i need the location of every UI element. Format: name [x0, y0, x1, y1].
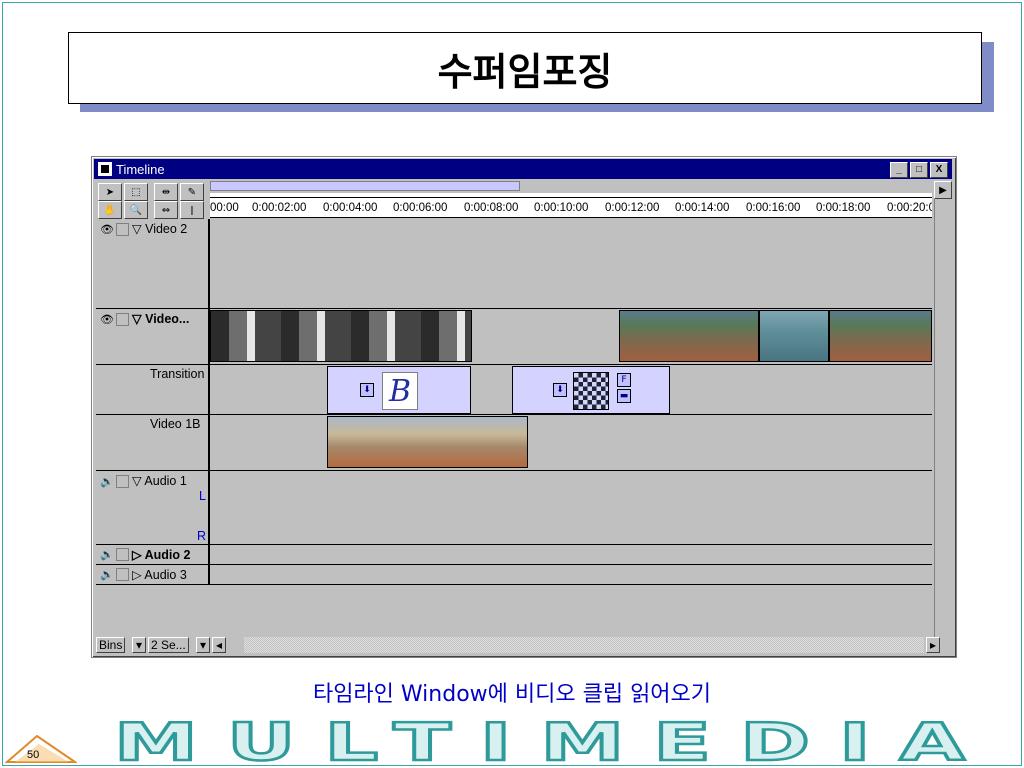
track-audio3[interactable]: [210, 565, 932, 585]
hand-icon[interactable]: ✋: [98, 201, 122, 219]
transition-checker-icon: [573, 372, 609, 410]
header-separator: [208, 219, 210, 585]
track-audio1[interactable]: [210, 471, 932, 545]
track-header-video1b: Video 1B: [96, 415, 210, 471]
vertical-scrollbar[interactable]: [934, 199, 953, 637]
bins-dropdown-icon[interactable]: ▾: [132, 637, 146, 653]
direction-down-icon[interactable]: ⬇: [553, 383, 567, 397]
track-video1a[interactable]: [210, 309, 932, 365]
scroll-right-arrow-icon[interactable]: ▶: [934, 181, 952, 199]
scroll-left-arrow-icon[interactable]: ◂: [212, 637, 226, 653]
window-titlebar[interactable]: Timeline _ □ X: [94, 159, 952, 179]
razor-icon[interactable]: ✎: [180, 183, 204, 201]
ruler-tick: 0:00:04:00: [323, 202, 378, 214]
speaker-icon[interactable]: 🔊: [100, 475, 114, 488]
track-select-icon[interactable]: ⇹: [154, 183, 178, 201]
page-badge: [5, 734, 77, 763]
track-video1b[interactable]: [210, 415, 932, 471]
tool-palette: ➤ ⬚ ⇹ ✎ ✋ 🔍 ⇔ ǀ: [96, 181, 208, 219]
marquee-select-icon[interactable]: ⬚: [124, 183, 148, 201]
close-button[interactable]: X: [930, 162, 948, 178]
eye-icon[interactable]: 👁: [100, 313, 114, 326]
minimize-button[interactable]: _: [890, 162, 908, 178]
track-header-video2[interactable]: 👁 ▽ Video 2: [96, 219, 210, 309]
ruler-tick: 00:00: [210, 202, 239, 214]
lock-checkbox[interactable]: [116, 223, 129, 236]
track-header-audio3[interactable]: 🔊 ▷ Audio 3: [96, 565, 210, 585]
bottom-bar: Bins ▾ 2 Se... ▾ ◂ ▸: [96, 637, 952, 653]
ruler-tick: 0:00:16:00: [746, 202, 801, 214]
track-audio2[interactable]: [210, 545, 932, 565]
work-area-thumb[interactable]: [210, 181, 520, 191]
timeline-app-icon: [98, 162, 112, 176]
scroll-right-small-arrow-icon[interactable]: ▸: [926, 637, 940, 653]
forward-icon[interactable]: F: [617, 373, 631, 387]
ruler-tick: 0:00:10:00: [534, 202, 589, 214]
window-title: Timeline: [116, 161, 165, 177]
track-label-transition: Transition: [150, 367, 205, 381]
timeline-window: Timeline _ □ X ➤ ⬚ ⇹ ✎ ✋ 🔍 ⇔ ǀ ▶ 00:00 0…: [91, 156, 957, 658]
track-header-audio2[interactable]: 🔊 ▷ Audio 2: [96, 545, 210, 565]
track-header-audio1[interactable]: 🔊 ▽ Audio 1 L R: [96, 471, 210, 545]
track-label-video2: ▽ Video 2: [132, 222, 188, 236]
ruler-tick: 0:00:02:00: [252, 202, 307, 214]
transition-b-icon: B: [382, 372, 418, 410]
channel-left-label: L: [199, 489, 206, 503]
work-area-bar[interactable]: [210, 181, 934, 191]
video-clip-race-b[interactable]: [759, 310, 829, 362]
eye-icon[interactable]: 👁: [100, 223, 114, 236]
bins-button[interactable]: Bins: [96, 637, 126, 653]
speaker-icon[interactable]: 🔊: [100, 548, 114, 561]
ruler-tick: 0:00:12:00: [605, 202, 660, 214]
ruler-tick: 0:00:14:00: [675, 202, 730, 214]
maximize-button[interactable]: □: [910, 162, 928, 178]
ruler-line: [210, 197, 932, 198]
slide-title: 수퍼임포징: [68, 32, 982, 104]
lock-checkbox[interactable]: [116, 475, 129, 488]
ruler-tick: 0:00:20:0: [887, 202, 932, 214]
video-clip-bw[interactable]: [210, 310, 472, 362]
reverse-icon[interactable]: ▬: [617, 389, 631, 403]
track-label-video1b: Video 1B: [150, 417, 201, 431]
segments-dropdown-icon[interactable]: ▾: [196, 637, 210, 653]
time-ruler[interactable]: 00:00 0:00:02:00 0:00:04:00 0:00:06:00 0…: [210, 193, 932, 218]
brand-text: MULTIMEDIA: [114, 718, 994, 764]
channel-right-label: R: [196, 529, 206, 543]
zoom-icon[interactable]: 🔍: [124, 201, 148, 219]
track-header-video1a[interactable]: 👁 ▽ Video...: [96, 309, 210, 365]
lock-checkbox[interactable]: [116, 313, 129, 326]
direction-down-icon[interactable]: ⬇: [360, 383, 374, 397]
page-number: 50: [27, 749, 40, 761]
track-label-video1: ▽ Video...: [132, 312, 190, 326]
transition-clip-1[interactable]: ⬇ B: [327, 366, 471, 414]
track-header-transition: Transition: [96, 365, 210, 415]
video-clip-race-c[interactable]: [829, 310, 932, 362]
select-arrow-icon[interactable]: ➤: [98, 183, 122, 201]
lock-checkbox[interactable]: [116, 548, 129, 561]
ruler-tick: 0:00:18:00: [816, 202, 871, 214]
video-clip-sand[interactable]: [327, 416, 528, 468]
slide-caption: 타임라인 Window에 비디오 클립 읽어오기: [312, 682, 712, 707]
transition-clip-2[interactable]: ⬇ F ▬: [512, 366, 670, 414]
track-label-audio2: ▷ Audio 2: [132, 548, 191, 562]
track-label-audio3: ▷ Audio 3: [132, 568, 187, 582]
edge-trim-icon[interactable]: ⇔: [154, 201, 178, 219]
track-label-audio1: ▽ Audio 1: [132, 474, 187, 488]
ruler-tick: 0:00:08:00: [464, 202, 519, 214]
segments-button[interactable]: 2 Se...: [148, 637, 189, 653]
video-clip-race-a[interactable]: [619, 310, 759, 362]
lock-checkbox[interactable]: [116, 568, 129, 581]
track-video2[interactable]: [210, 219, 932, 309]
track-transition[interactable]: ⬇ B ⬇ F ▬: [210, 365, 932, 415]
multimedia-logo: MULTIMEDIA: [113, 718, 994, 764]
speaker-icon[interactable]: 🔊: [100, 568, 114, 581]
ruler-tick: 0:00:06:00: [393, 202, 448, 214]
in-point-icon[interactable]: ǀ: [180, 201, 204, 219]
horizontal-scrollbar[interactable]: [244, 637, 924, 653]
